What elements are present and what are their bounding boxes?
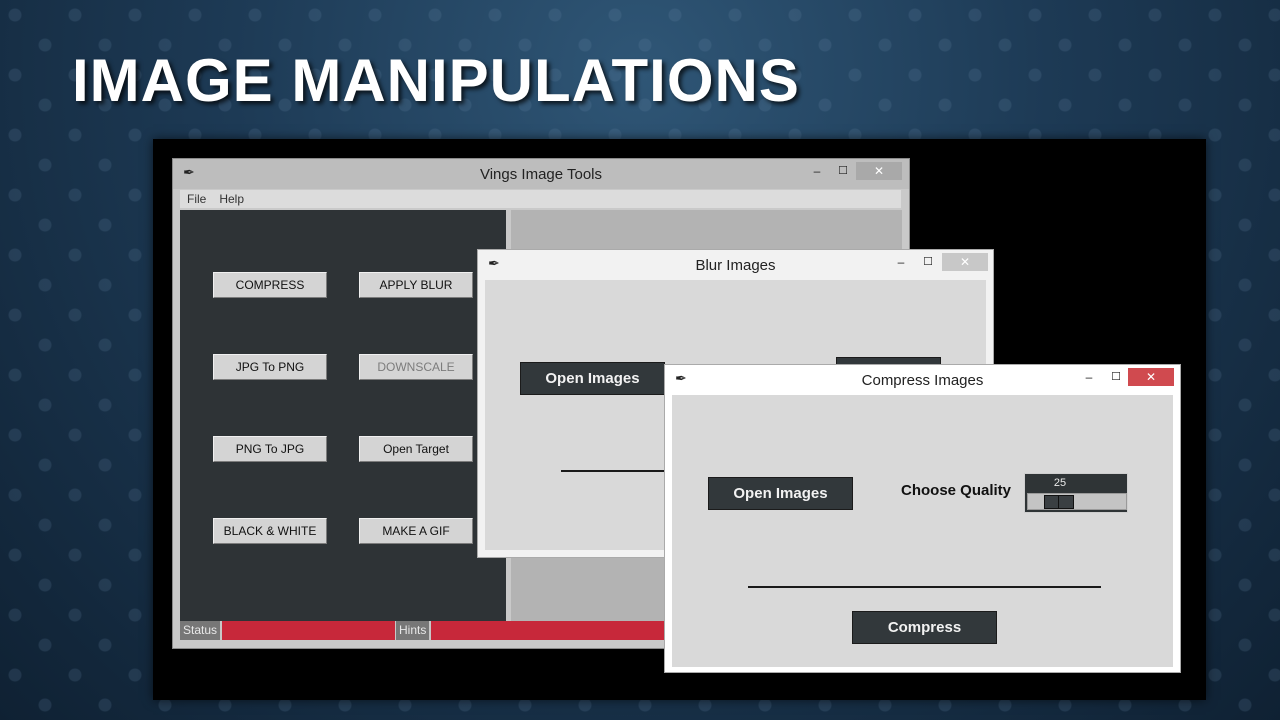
quality-value: 25 [1053, 477, 1067, 489]
compress-titlebar[interactable]: ✒ Compress Images ‒ ☐ ✕ [665, 365, 1180, 395]
make-gif-button[interactable]: MAKE A GIF [359, 518, 473, 544]
minimize-button[interactable]: ‒ [891, 253, 911, 271]
blur-window-title: Blur Images [695, 257, 776, 274]
apply-blur-button[interactable]: APPLY BLUR [359, 272, 473, 298]
status-value [222, 621, 395, 640]
compress-button[interactable]: Compress [852, 611, 997, 644]
slider-trough[interactable] [1027, 493, 1127, 510]
menu-help[interactable]: Help [212, 190, 250, 206]
compress-open-images-button[interactable]: Open Images [708, 477, 853, 510]
menu-file[interactable]: File [180, 190, 212, 206]
png-to-jpg-button[interactable]: PNG To JPG [213, 436, 327, 462]
downscale-button[interactable]: DOWNSCALE [359, 354, 473, 380]
close-button[interactable]: ✕ [856, 162, 902, 180]
minimize-button[interactable]: ‒ [1079, 368, 1099, 386]
blur-open-images-button[interactable]: Open Images [520, 362, 665, 395]
maximize-button[interactable]: ☐ [833, 162, 853, 180]
black-white-button[interactable]: BLACK & WHITE [213, 518, 327, 544]
tools-panel: COMPRESS APPLY BLUR JPG To PNG DOWNSCALE… [180, 210, 506, 621]
status-label: Status [180, 621, 221, 640]
maximize-button[interactable]: ☐ [918, 253, 938, 271]
blur-progress-bar [561, 470, 681, 472]
main-window-title: Vings Image Tools [479, 166, 603, 183]
main-titlebar[interactable]: ✒ Vings Image Tools ‒ ☐ ✕ [173, 159, 909, 189]
hints-label: Hints [396, 621, 430, 640]
quality-label: Choose Quality [901, 482, 1012, 499]
close-button[interactable]: ✕ [1128, 368, 1174, 386]
open-target-button[interactable]: Open Target [359, 436, 473, 462]
compress-button[interactable]: COMPRESS [213, 272, 327, 298]
close-button[interactable]: ✕ [942, 253, 988, 271]
slider-thumb[interactable] [1044, 495, 1074, 509]
jpg-to-png-button[interactable]: JPG To PNG [213, 354, 327, 380]
compress-window: ✒ Compress Images ‒ ☐ ✕ Open Images Choo… [664, 364, 1181, 673]
quality-slider[interactable]: 25 [1024, 473, 1128, 513]
minimize-button[interactable]: ‒ [807, 162, 827, 180]
compress-progress-bar [748, 586, 1101, 588]
blur-titlebar[interactable]: ✒ Blur Images ‒ ☐ ✕ [478, 250, 993, 280]
compress-body: Open Images Choose Quality 25 Compress [672, 395, 1173, 667]
compress-window-title: Compress Images [861, 372, 984, 389]
menubar: File Help [180, 190, 901, 208]
maximize-button[interactable]: ☐ [1106, 368, 1126, 386]
slide-title: IMAGE MANIPULATIONS [72, 47, 800, 114]
